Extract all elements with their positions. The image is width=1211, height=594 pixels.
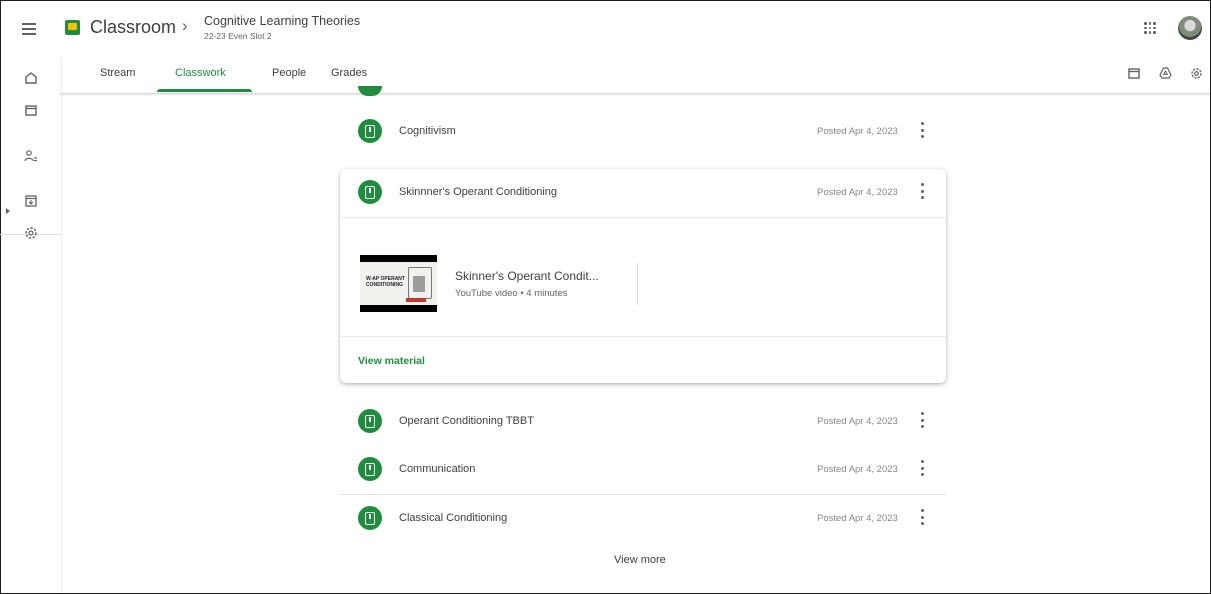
main-menu-icon[interactable] xyxy=(22,23,36,35)
list-item[interactable]: Cognitivism Posted Apr 4, 2023 xyxy=(340,110,946,154)
class-section: 22-23 Even Slot 2 xyxy=(204,31,272,41)
archive-icon[interactable] xyxy=(24,194,38,208)
tab-people[interactable]: People xyxy=(272,67,306,79)
more-vert-icon[interactable] xyxy=(921,460,925,476)
expand-arrow-icon[interactable] xyxy=(6,208,10,214)
calendar-icon[interactable] xyxy=(1128,67,1140,79)
list-item[interactable]: Operant Conditioning TBBT Posted Apr 4, … xyxy=(340,400,946,444)
item-title[interactable]: Classical Conditioning xyxy=(399,512,507,524)
attachment-title[interactable]: Skinner's Operant Condit... xyxy=(455,269,599,283)
google-apps-icon[interactable] xyxy=(1144,22,1156,34)
video-thumbnail[interactable]: W-AP OPERANT CONDITIONING xyxy=(360,255,437,312)
list-item[interactable]: Communication Posted Apr 4, 2023 xyxy=(340,448,946,492)
left-rail xyxy=(0,57,62,593)
list-item[interactable]: Classical Conditioning Posted Apr 4, 202… xyxy=(340,497,946,541)
item-title[interactable]: Communication xyxy=(399,463,475,475)
expanded-material-card: Skinnner's Operant Conditioning Posted A… xyxy=(340,169,946,383)
material-icon xyxy=(358,180,382,204)
classroom-logo-icon[interactable] xyxy=(65,20,80,35)
view-more-button[interactable]: View more xyxy=(614,554,666,566)
settings-icon[interactable] xyxy=(24,226,38,240)
tab-bar: Stream Classwork People Grades xyxy=(60,57,1210,94)
tab-stream[interactable]: Stream xyxy=(100,67,135,79)
posted-date: Posted Apr 4, 2023 xyxy=(817,416,898,427)
people-icon[interactable] xyxy=(24,149,38,163)
item-title[interactable]: Cognitivism xyxy=(399,125,456,137)
more-vert-icon[interactable] xyxy=(921,122,925,138)
material-icon xyxy=(358,119,382,143)
more-vert-icon[interactable] xyxy=(921,183,925,199)
posted-date: Posted Apr 4, 2023 xyxy=(817,187,898,198)
list-item[interactable]: Skinnner's Operant Conditioning Posted A… xyxy=(340,171,946,215)
settings-icon[interactable] xyxy=(1190,67,1203,80)
item-title[interactable]: Operant Conditioning TBBT xyxy=(399,415,534,427)
skinner-box-illustration xyxy=(408,267,432,299)
avatar[interactable] xyxy=(1178,16,1202,40)
attachment-meta: YouTube video • 4 minutes xyxy=(455,288,568,299)
material-icon xyxy=(358,409,382,433)
more-vert-icon[interactable] xyxy=(921,509,925,525)
tab-grades[interactable]: Grades xyxy=(331,67,367,79)
calendar-icon[interactable] xyxy=(24,103,38,117)
material-icon xyxy=(358,506,382,530)
tab-classwork[interactable]: Classwork xyxy=(175,67,226,79)
more-vert-icon[interactable] xyxy=(921,412,925,428)
divider xyxy=(340,336,946,337)
posted-date: Posted Apr 4, 2023 xyxy=(817,126,898,137)
drive-icon[interactable] xyxy=(1159,67,1172,79)
youtube-attachment[interactable]: W-AP OPERANT CONDITIONING Skinner's Oper… xyxy=(360,255,640,315)
active-tab-indicator xyxy=(157,89,252,92)
material-icon xyxy=(358,457,382,481)
view-material-link[interactable]: View material xyxy=(358,355,425,367)
home-icon[interactable] xyxy=(24,71,38,85)
chevron-right-icon: › xyxy=(182,16,188,35)
divider xyxy=(340,494,946,495)
divider xyxy=(637,263,638,305)
app-name[interactable]: Classroom xyxy=(90,17,176,38)
item-title[interactable]: Skinnner's Operant Conditioning xyxy=(399,186,557,198)
posted-date: Posted Apr 4, 2023 xyxy=(817,464,898,475)
thumbnail-accent xyxy=(406,298,426,302)
divider xyxy=(340,217,946,218)
class-title[interactable]: Cognitive Learning Theories xyxy=(204,14,360,28)
posted-date: Posted Apr 4, 2023 xyxy=(817,513,898,524)
